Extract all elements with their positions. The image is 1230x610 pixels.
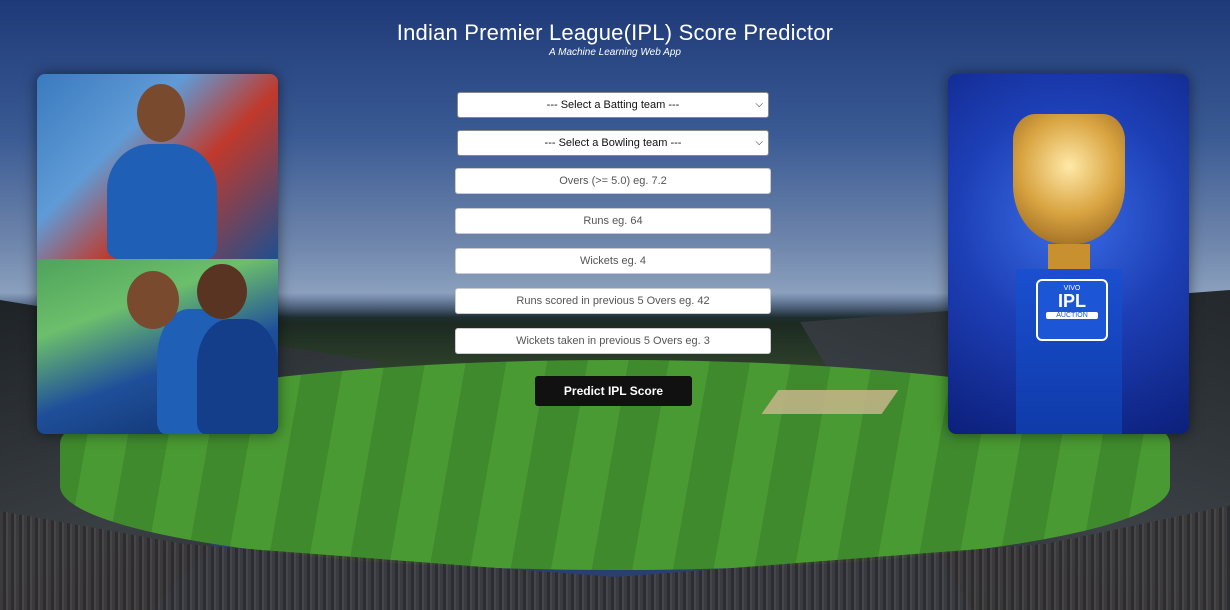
wickets-last-5-overs-input[interactable]: Wickets taken in previous 5 Overs eg. 3	[455, 328, 771, 354]
runs-last-5-overs-input[interactable]: Runs scored in previous 5 Overs eg. 42	[455, 288, 771, 314]
page-title: Indian Premier League(IPL) Score Predict…	[396, 20, 834, 45]
player-jersey	[197, 319, 278, 434]
predict-score-button[interactable]: Predict IPL Score	[535, 376, 692, 406]
wickets-input[interactable]: Wickets eg. 4	[455, 248, 771, 274]
page-header: Indian Premier League(IPL) Score Predict…	[0, 20, 1230, 58]
chevron-down-icon: ⌵	[755, 99, 763, 110]
player-head	[127, 271, 179, 329]
overs-input[interactable]: Overs (>= 5.0) eg. 7.2	[455, 168, 771, 194]
ipl-auction-logo: VIVO IPL AUCTION	[1036, 279, 1108, 341]
bowling-team-select[interactable]: --- Select a Bowling team --- ⌵	[457, 130, 769, 156]
page-subtitle: A Machine Learning Web App	[549, 47, 681, 58]
trophy-icon	[1013, 114, 1125, 244]
player-head	[197, 264, 247, 319]
ipl-trophy-photo: VIVO IPL AUCTION	[948, 74, 1189, 434]
player-jersey	[107, 144, 217, 259]
player-head	[137, 84, 185, 142]
player-photo-collage	[37, 74, 278, 434]
player-photo-top	[37, 74, 278, 259]
chevron-down-icon: ⌵	[755, 137, 763, 148]
batting-team-select[interactable]: --- Select a Batting team --- ⌵	[457, 92, 769, 118]
player-photo-bottom	[37, 259, 278, 434]
cricket-pitch	[761, 390, 899, 414]
runs-input[interactable]: Runs eg. 64	[455, 208, 771, 234]
